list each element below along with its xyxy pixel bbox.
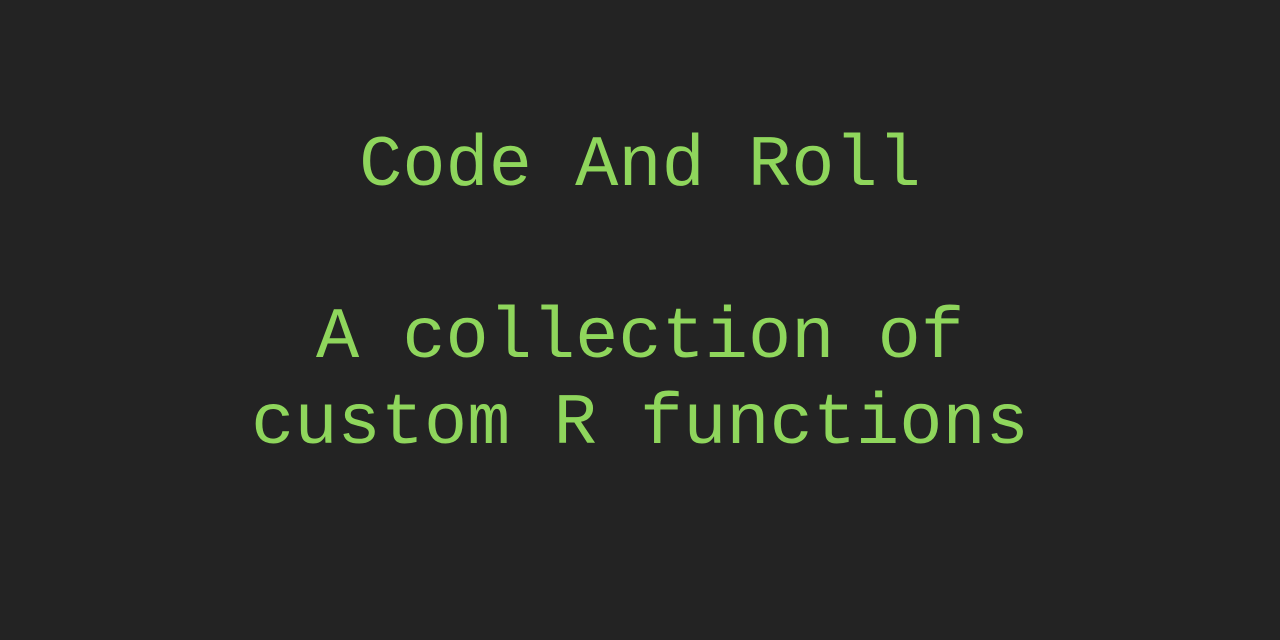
banner-subtitle-line-2: custom R functions xyxy=(251,383,1029,465)
banner: Code And Roll A collection of custom R f… xyxy=(0,0,1280,640)
banner-title: Code And Roll xyxy=(359,125,921,207)
banner-subtitle-line-1: A collection of xyxy=(315,297,965,379)
